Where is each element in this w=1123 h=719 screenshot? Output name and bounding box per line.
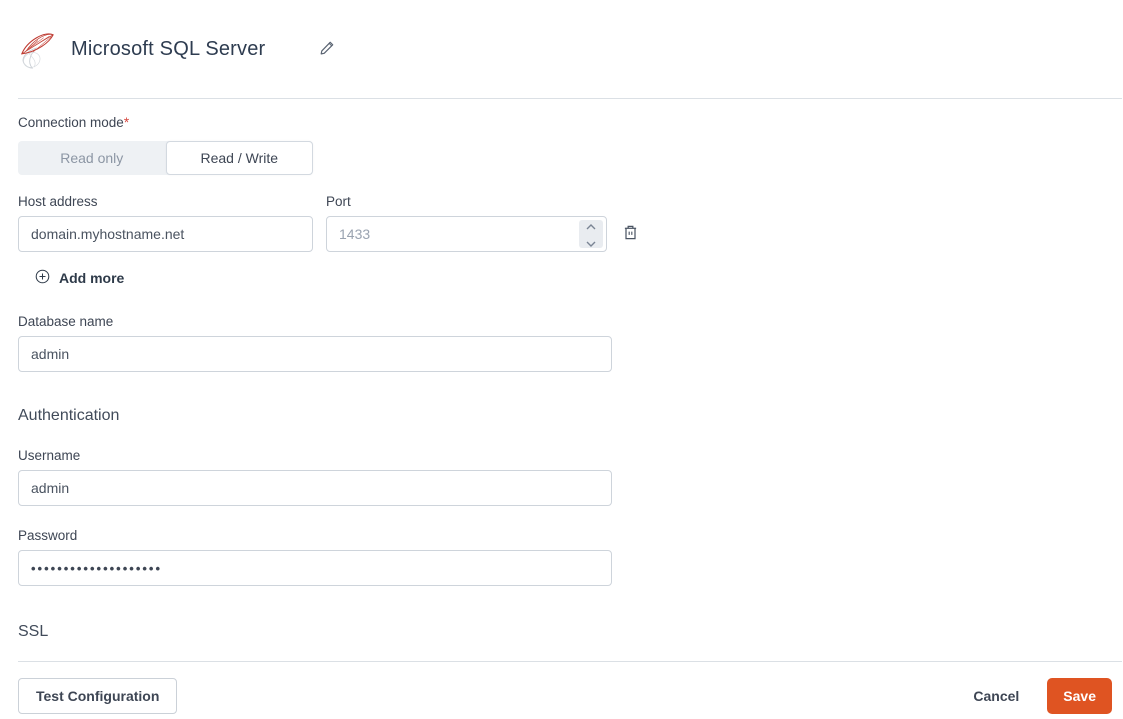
username-field: Username	[18, 448, 612, 506]
host-port-row: Host address Port	[18, 194, 1123, 252]
host-address-input[interactable]	[18, 216, 313, 252]
cancel-button[interactable]: Cancel	[971, 678, 1021, 714]
footer-divider	[18, 661, 1122, 662]
add-more-label: Add more	[59, 270, 125, 286]
connection-settings-page: Microsoft SQL Server Connection mode* Re…	[0, 0, 1123, 719]
edit-name-button[interactable]	[315, 36, 339, 63]
username-input[interactable]	[18, 470, 612, 506]
connection-mode-toggle: Read only Read / Write	[18, 141, 313, 175]
username-label: Username	[18, 448, 81, 463]
header-divider	[18, 98, 1122, 99]
page-header: Microsoft SQL Server	[18, 0, 1123, 78]
password-field: Password	[18, 528, 612, 586]
test-configuration-button[interactable]: Test Configuration	[18, 678, 178, 714]
required-asterisk: *	[123, 115, 130, 130]
chevron-down-icon	[586, 235, 596, 250]
ssl-heading: SSL	[18, 623, 49, 640]
plus-circle-icon	[35, 269, 50, 287]
pencil-icon	[319, 40, 335, 59]
database-name-label: Database name	[18, 314, 114, 329]
database-name-input[interactable]	[18, 336, 612, 372]
database-name-field: Database name	[18, 314, 612, 372]
save-button[interactable]: Save	[1047, 678, 1112, 714]
chevron-up-icon	[586, 218, 596, 233]
trash-icon	[623, 225, 638, 244]
connection-mode-label: Connection mode*	[18, 115, 130, 130]
delete-host-button[interactable]	[621, 222, 640, 246]
host-address-label: Host address	[18, 194, 98, 209]
port-stepper[interactable]	[579, 220, 603, 248]
port-input[interactable]	[326, 216, 607, 252]
password-label: Password	[18, 528, 78, 543]
connection-mode-field: Connection mode* Read only Read / Write	[18, 114, 1123, 175]
password-input[interactable]	[18, 550, 612, 586]
port-label: Port	[326, 194, 351, 209]
footer-actions: Test Configuration Cancel Save	[18, 678, 1123, 714]
page-title: Microsoft SQL Server	[71, 38, 266, 60]
authentication-heading: Authentication	[18, 407, 120, 424]
sql-server-logo-icon	[18, 29, 56, 71]
toggle-read-only[interactable]: Read only	[18, 141, 166, 175]
add-more-button[interactable]: Add more	[35, 269, 124, 287]
toggle-read-write[interactable]: Read / Write	[165, 141, 313, 175]
